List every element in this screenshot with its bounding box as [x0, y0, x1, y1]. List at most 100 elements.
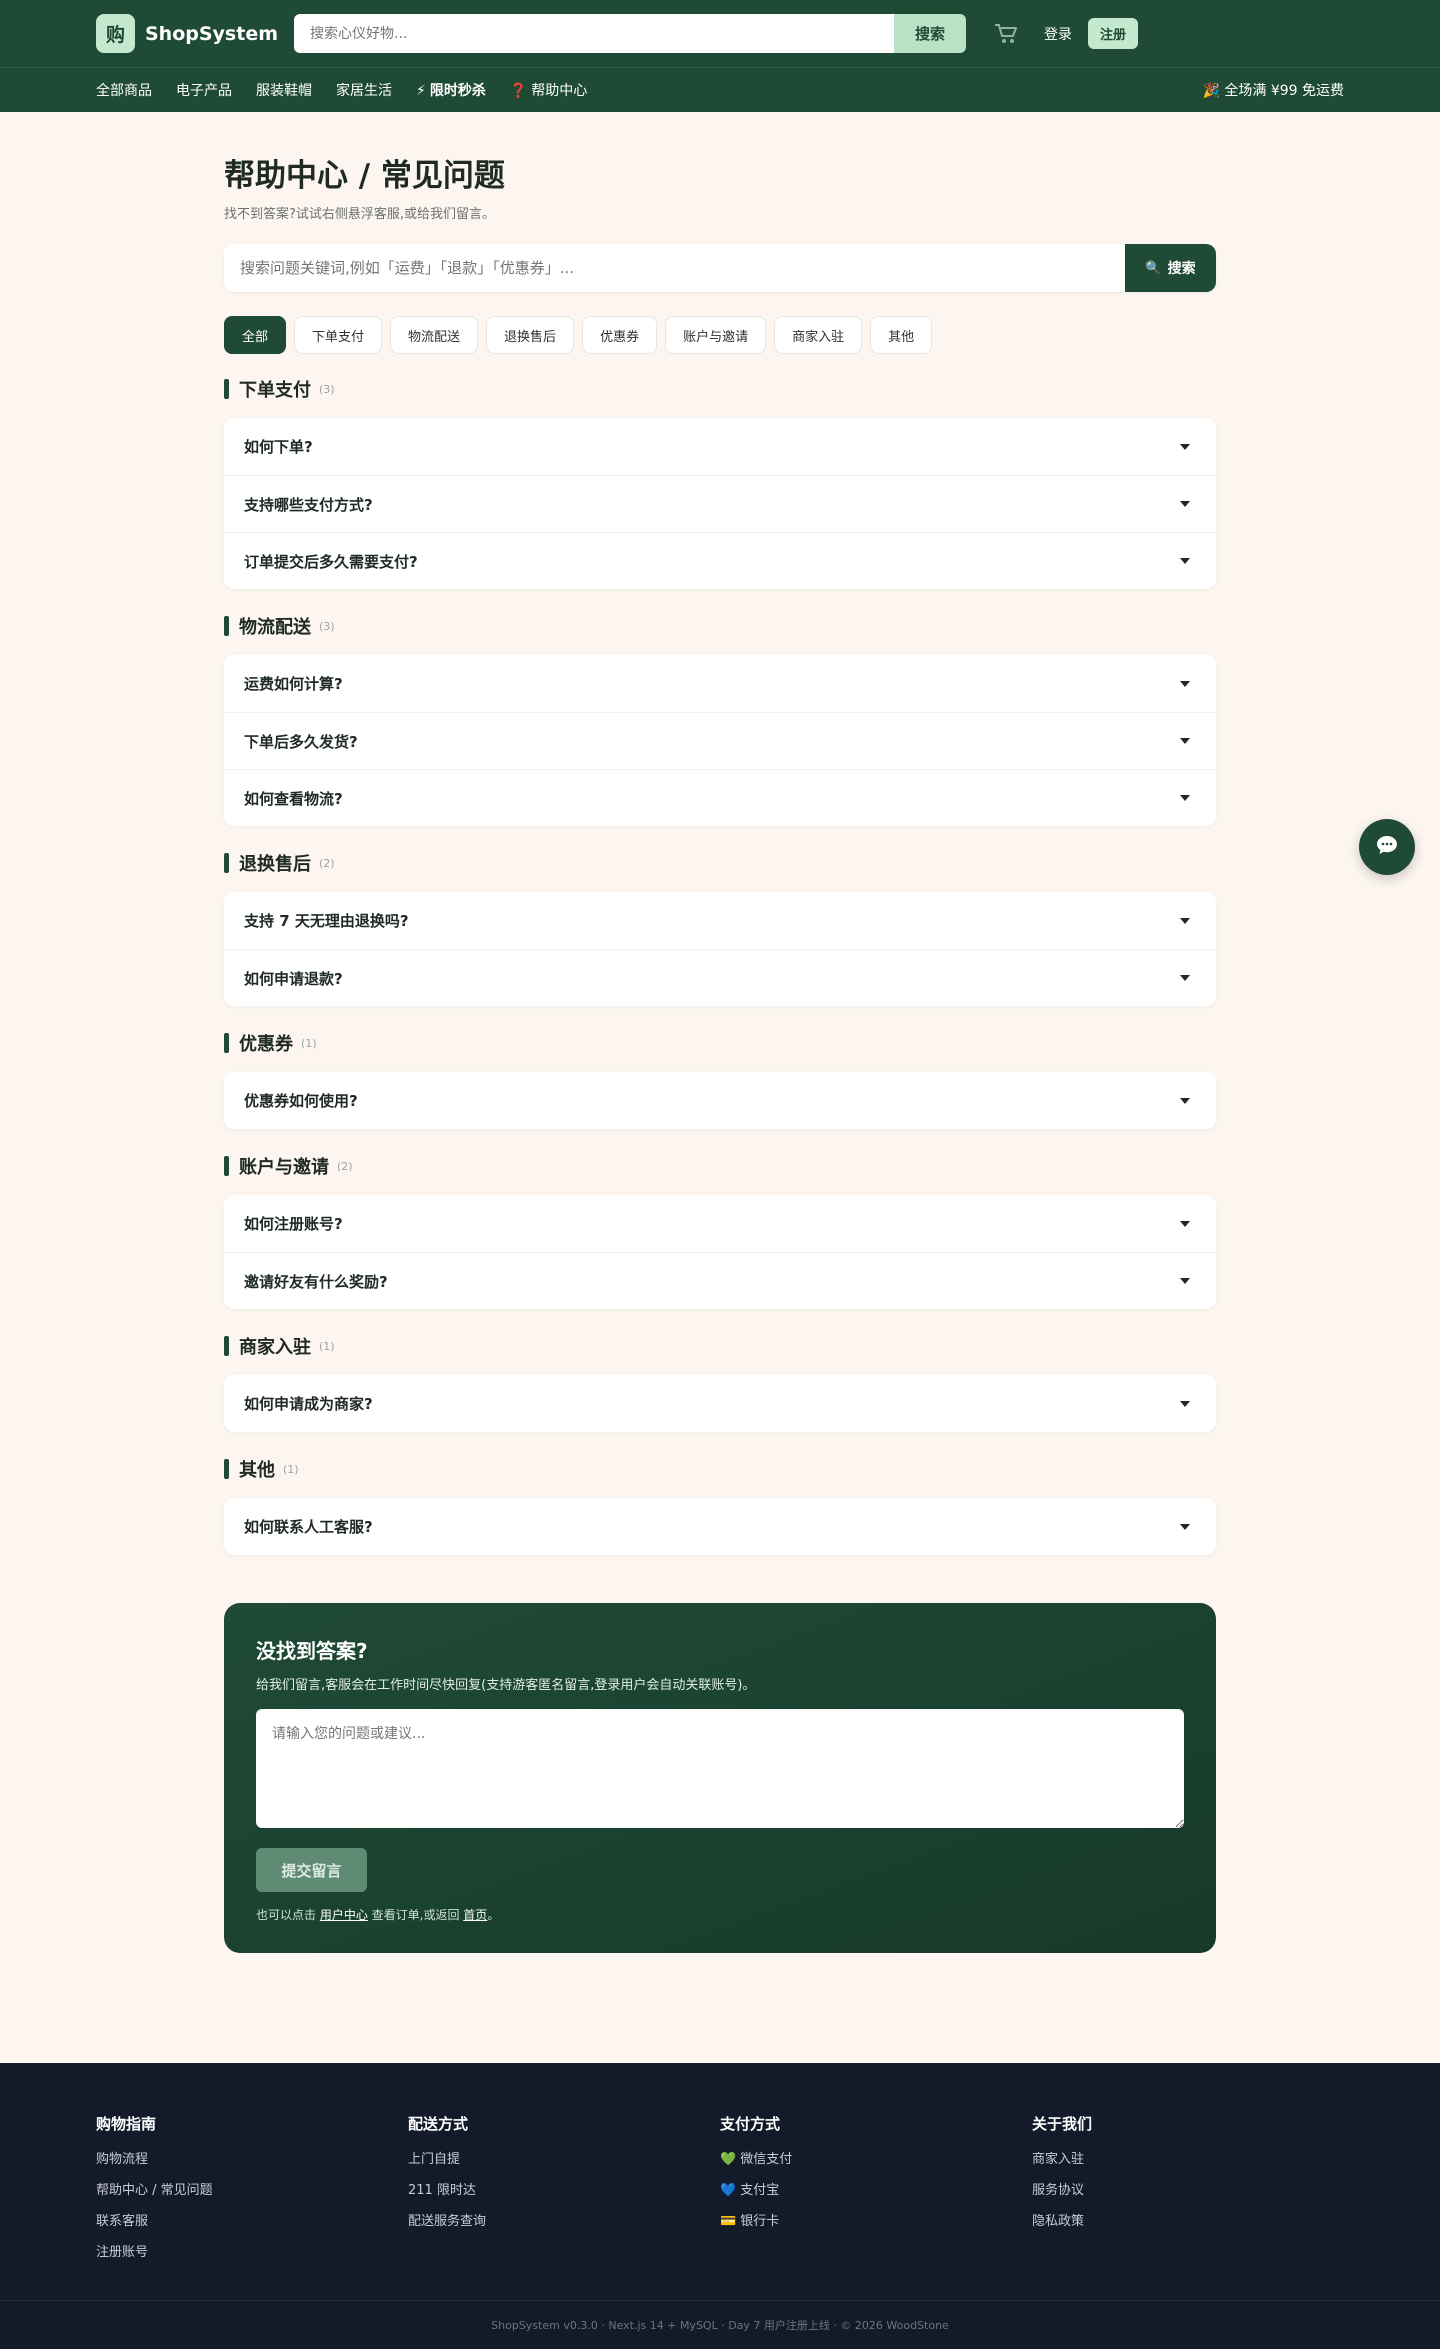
chip-coupons[interactable]: 优惠券 — [582, 316, 658, 354]
faq-item[interactable]: 如何注册账号? — [224, 1195, 1216, 1252]
faq-list: 优惠券如何使用? — [224, 1072, 1216, 1129]
logo[interactable]: 购 — [96, 14, 135, 53]
section-title: 下单支付 — [239, 380, 311, 401]
section-title: 其他 — [239, 1460, 275, 1481]
chip-merchant[interactable]: 商家入驻 — [774, 316, 863, 354]
faq-search-input[interactable] — [224, 244, 1125, 292]
credit-card-icon: 💳 — [720, 2214, 737, 2229]
chevron-down-icon — [1180, 501, 1190, 507]
chip-order-payment[interactable]: 下单支付 — [294, 316, 383, 354]
chevron-down-icon — [1180, 1220, 1190, 1227]
nav-electronics[interactable]: 电子产品 — [176, 80, 232, 100]
nav-apparel[interactable]: 服装鞋帽 — [256, 80, 312, 100]
faq-search-label: 搜索 — [1167, 261, 1196, 277]
section-header: 其他 (1) — [224, 1456, 1216, 1482]
faq-section: 物流配送 (3) 运费如何计算? 下单后多久发货? 如何查看物流? — [224, 613, 1216, 826]
contact-subtitle: 给我们留言,客服会在工作时间尽快回复(支持游客匿名留言,登录用户会自动关联账号)… — [256, 1678, 756, 1693]
footer-link[interactable]: 💚 微信支付 — [720, 2148, 1032, 2167]
note-text: 查看订单,或返回 — [367, 1908, 464, 1922]
faq-item[interactable]: 支持哪些支付方式? — [224, 475, 1216, 532]
faq-item[interactable]: 订单提交后多久需要支付? — [224, 532, 1216, 589]
footer-link[interactable]: 联系客服 — [96, 2210, 408, 2229]
chevron-down-icon — [1180, 680, 1190, 687]
page-title: 帮助中心 / 常见问题 — [224, 158, 505, 194]
footer-link[interactable]: 上门自提 — [408, 2148, 720, 2167]
faq-item[interactable]: 如何联系人工客服? — [224, 1498, 1216, 1555]
nav-home-living[interactable]: 家居生活 — [336, 80, 392, 100]
footer-column-delivery: 配送方式 上门自提 211 限时达 配送服务查询 — [408, 2113, 720, 2272]
section-header: 商家入驻 (1) — [224, 1333, 1216, 1359]
user-center-link[interactable]: 用户中心 — [320, 1908, 368, 1922]
chip-all[interactable]: 全部 — [224, 316, 287, 354]
category-filter: 全部 下单支付 物流配送 退换售后 优惠券 账户与邀请 商家入驻 其他 — [224, 316, 1216, 354]
section-count: (2) — [319, 856, 335, 870]
faq-question: 优惠券如何使用? — [244, 1092, 358, 1110]
submit-message-button[interactable]: 提交留言 — [256, 1848, 367, 1892]
faq-list: 运费如何计算? 下单后多久发货? 如何查看物流? — [224, 655, 1216, 826]
footer-column-guide: 购物指南 购物流程 帮助中心 / 常见问题 联系客服 注册账号 — [96, 2113, 408, 2272]
chevron-down-icon — [1180, 1097, 1190, 1104]
faq-section: 账户与邀请 (2) 如何注册账号? 邀请好友有什么奖励? — [224, 1153, 1216, 1309]
chip-logistics[interactable]: 物流配送 — [390, 316, 479, 354]
header-search-button[interactable]: 搜索 — [894, 14, 967, 53]
footer-link-label: 支付宝 — [740, 2183, 780, 2198]
nav-all-products[interactable]: 全部商品 — [96, 80, 152, 100]
faq-list: 如何注册账号? 邀请好友有什么奖励? — [224, 1195, 1216, 1309]
faq-item[interactable]: 如何下单? — [224, 418, 1216, 475]
faq-search-button[interactable]: 🔍 搜索 — [1125, 244, 1216, 292]
chevron-down-icon — [1180, 1523, 1190, 1530]
cart-icon[interactable] — [994, 23, 1018, 45]
section-count: (3) — [319, 619, 335, 633]
faq-item[interactable]: 运费如何计算? — [224, 655, 1216, 712]
faq-item[interactable]: 优惠券如何使用? — [224, 1072, 1216, 1129]
faq-item[interactable]: 邀请好友有什么奖励? — [224, 1252, 1216, 1309]
brand-name[interactable]: ShopSystem — [145, 23, 278, 45]
nav-flash-sale[interactable]: ⚡ 限时秒杀 — [416, 80, 486, 100]
message-textarea[interactable] — [256, 1709, 1184, 1828]
section-count: (2) — [337, 1159, 353, 1173]
home-link[interactable]: 首页 — [463, 1908, 487, 1922]
faq-item[interactable]: 支持 7 天无理由退换吗? — [224, 892, 1216, 949]
chevron-down-icon — [1180, 975, 1190, 981]
chip-other[interactable]: 其他 — [870, 316, 933, 354]
question-icon: ❓ — [509, 83, 528, 99]
footer-link[interactable]: 注册账号 — [96, 2241, 408, 2260]
section-title: 账户与邀请 — [239, 1157, 329, 1178]
footer-columns: 购物指南 购物流程 帮助中心 / 常见问题 联系客服 注册账号 配送方式 上门自… — [0, 2063, 1440, 2272]
register-button[interactable]: 注册 — [1088, 18, 1139, 49]
footer-link[interactable]: 隐私政策 — [1032, 2210, 1344, 2229]
footer-column-title: 购物指南 — [96, 2115, 157, 2133]
faq-item[interactable]: 如何查看物流? — [224, 769, 1216, 826]
footer-link[interactable]: 帮助中心 / 常见问题 — [96, 2179, 408, 2198]
page-subtitle: 找不到答案?试试右侧悬浮客服,或给我们留言。 — [224, 207, 496, 222]
main-nav: 全部商品 电子产品 服装鞋帽 家居生活 ⚡ 限时秒杀 ❓ 帮助中心 🎉 全场满 ¥9… — [0, 67, 1440, 112]
chip-account[interactable]: 账户与邀请 — [665, 316, 767, 354]
footer-link-label: 微信支付 — [740, 2152, 793, 2167]
floating-chat-button[interactable] — [1359, 819, 1415, 875]
free-shipping-promo: 🎉 全场满 ¥99 免运费 — [1202, 80, 1344, 100]
nav-label: 服装鞋帽 — [256, 83, 312, 99]
faq-section: 下单支付 (3) 如何下单? 支持哪些支付方式? 订单提交后多久需要支付? — [224, 376, 1216, 589]
footer-link[interactable]: 购物流程 — [96, 2148, 408, 2167]
footer-link[interactable]: 服务协议 — [1032, 2179, 1344, 2198]
nav-label: 全部商品 — [96, 83, 152, 99]
contact-note: 也可以点击 用户中心 查看订单,或返回 首页。 — [256, 1906, 1184, 1923]
nav-help-center[interactable]: ❓ 帮助中心 — [510, 80, 587, 100]
footer-link[interactable]: 商家入驻 — [1032, 2148, 1344, 2167]
chevron-down-icon — [1180, 917, 1190, 924]
footer-link[interactable]: 💙 支付宝 — [720, 2179, 1032, 2198]
section-header: 下单支付 (3) — [224, 376, 1216, 402]
footer-link[interactable]: 211 限时达 — [408, 2179, 720, 2198]
chip-returns[interactable]: 退换售后 — [486, 316, 575, 354]
faq-section: 其他 (1) 如何联系人工客服? — [224, 1456, 1216, 1555]
faq-item[interactable]: 下单后多久发货? — [224, 712, 1216, 769]
login-link[interactable]: 登录 — [1044, 24, 1072, 44]
header-search-input[interactable] — [294, 14, 895, 53]
faq-item[interactable]: 如何申请退款? — [224, 949, 1216, 1006]
search-icon: 🔍 — [1145, 260, 1162, 276]
faq-item[interactable]: 如何申请成为商家? — [224, 1375, 1216, 1432]
footer-link[interactable]: 配送服务查询 — [408, 2210, 720, 2229]
section-count: (1) — [319, 1339, 335, 1353]
footer-link[interactable]: 💳 银行卡 — [720, 2210, 1032, 2229]
section-marker — [224, 1156, 229, 1176]
